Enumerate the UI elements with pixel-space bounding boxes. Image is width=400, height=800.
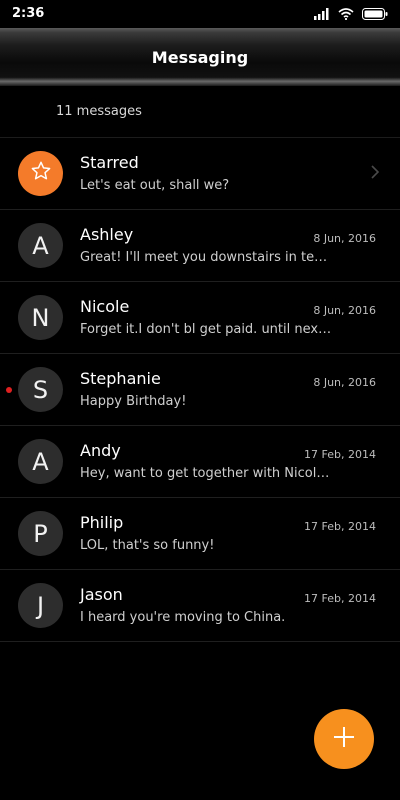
status-icons — [314, 6, 388, 22]
avatar: P — [18, 511, 63, 556]
conversation-preview: Let's eat out, shall we? — [80, 178, 230, 193]
status-bar: 2:36 — [0, 0, 400, 28]
conversation-item[interactable]: J Jason 17 Feb, 2014 I heard you're movi… — [0, 570, 400, 642]
conversation-name: Andy — [80, 441, 121, 460]
status-time: 2:36 — [12, 6, 45, 21]
page-title: Messaging — [151, 48, 249, 67]
conversation-name: Nicole — [80, 297, 130, 316]
conversation-date: 17 Feb, 2014 — [304, 592, 376, 605]
conversation-preview: Forget it.I don't bl get paid. until nex… — [80, 322, 335, 337]
new-message-button[interactable] — [314, 709, 374, 769]
avatar: J — [18, 583, 63, 628]
app-header: Messaging — [0, 28, 400, 86]
conversation-date: 8 Jun, 2016 — [313, 232, 376, 245]
avatar: N — [18, 295, 63, 340]
starred-avatar — [18, 151, 63, 196]
conversation-date: 17 Feb, 2014 — [304, 520, 376, 533]
conversation-item[interactable]: A Ashley 8 Jun, 2016 Great! I'll meet yo… — [0, 210, 400, 282]
conversation-item[interactable]: P Philip 17 Feb, 2014 LOL, that's so fun… — [0, 498, 400, 570]
conversation-preview: Great! I'll meet you downstairs in ten m… — [80, 250, 335, 265]
conversation-date: 8 Jun, 2016 — [313, 304, 376, 317]
conversation-list: Starred Let's eat out, shall we? A Ashle… — [0, 138, 400, 642]
wifi-icon — [338, 5, 354, 24]
signal-icon — [314, 5, 330, 24]
message-count: 11 messages — [56, 104, 142, 119]
conversation-name: Stephanie — [80, 369, 161, 388]
avatar: S — [18, 367, 63, 412]
avatar: A — [18, 439, 63, 484]
plus-icon — [332, 725, 356, 753]
conversation-preview: LOL, that's so funny! — [80, 538, 215, 553]
conversation-name: Starred — [80, 153, 139, 172]
unread-indicator — [6, 387, 12, 393]
conversation-name: Jason — [80, 585, 123, 604]
conversation-item[interactable]: N Nicole 8 Jun, 2016 Forget it.I don't b… — [0, 282, 400, 354]
conversation-name: Philip — [80, 513, 124, 532]
conversation-date: 8 Jun, 2016 — [313, 376, 376, 389]
conversation-preview: Happy Birthday! — [80, 394, 187, 409]
conversation-preview: I heard you're moving to China. — [80, 610, 286, 625]
avatar: A — [18, 223, 63, 268]
conversation-preview: Hey, want to get together with Nicole on… — [80, 466, 335, 481]
chevron-right-icon — [370, 164, 380, 184]
conversation-date: 17 Feb, 2014 — [304, 448, 376, 461]
battery-icon — [362, 5, 388, 24]
conversation-item[interactable]: S Stephanie 8 Jun, 2016 Happy Birthday! — [0, 354, 400, 426]
conversation-item-starred[interactable]: Starred Let's eat out, shall we? — [0, 138, 400, 210]
conversation-name: Ashley — [80, 225, 134, 244]
conversation-item[interactable]: A Andy 17 Feb, 2014 Hey, want to get tog… — [0, 426, 400, 498]
star-icon — [30, 160, 52, 188]
